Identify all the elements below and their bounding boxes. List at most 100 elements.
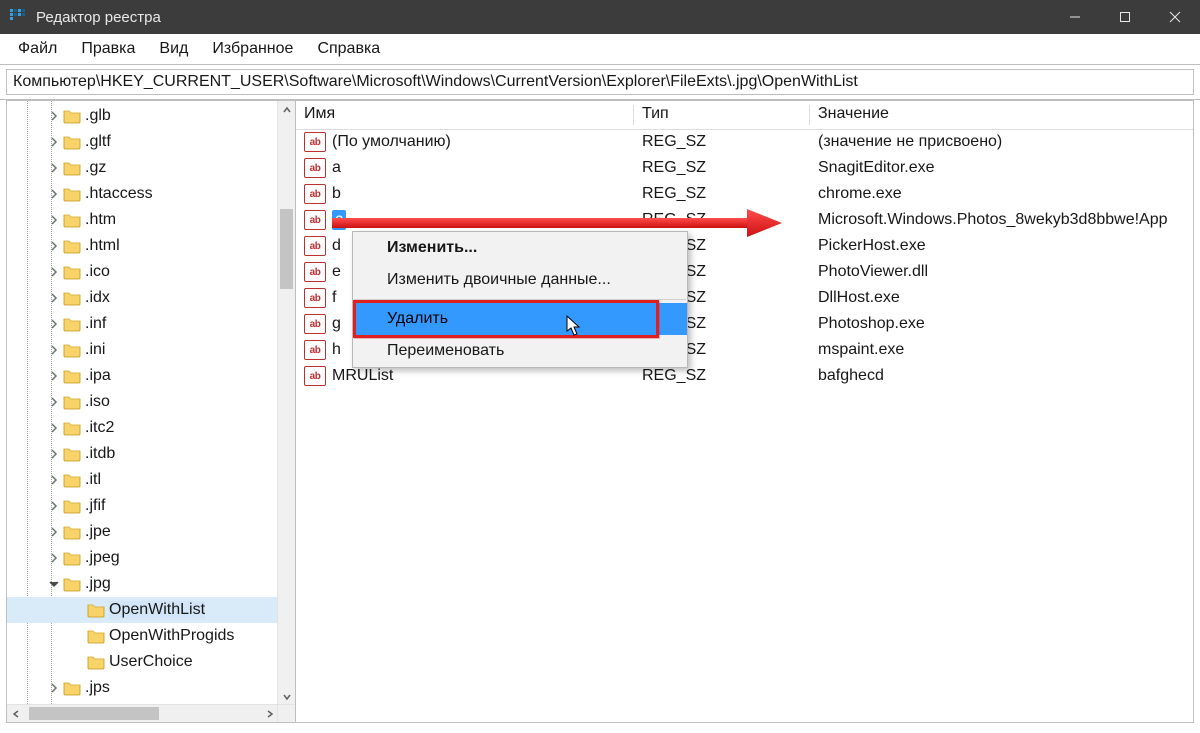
chevron-right-icon[interactable] <box>45 523 63 541</box>
tree-node[interactable]: OpenWithList <box>7 597 278 623</box>
tree-node[interactable]: .jps <box>7 675 278 701</box>
tree-node[interactable]: .itdb <box>7 441 278 467</box>
value-row[interactable]: abbREG_SZchrome.exe <box>296 181 1193 207</box>
value-data: Microsoft.Windows.Photos_8wekyb3d8bbwe!A… <box>810 211 1193 229</box>
tree-node-label: .itdb <box>85 445 115 463</box>
chevron-right-icon[interactable] <box>45 445 63 463</box>
chevron-right-icon[interactable] <box>45 471 63 489</box>
folder-icon <box>87 654 105 670</box>
column-type[interactable]: Тип <box>634 101 810 129</box>
tree-node[interactable]: .gltf <box>7 129 278 155</box>
value-row[interactable]: ab(По умолчанию)REG_SZ(значение не присв… <box>296 129 1193 155</box>
chevron-right-icon[interactable] <box>45 341 63 359</box>
tree-node-label: .ico <box>85 263 110 281</box>
chevron-right-icon[interactable] <box>45 107 63 125</box>
ctx-rename[interactable]: Переименовать <box>353 335 687 367</box>
string-value-icon: ab <box>304 158 326 178</box>
value-data: SnagitEditor.exe <box>810 159 1193 177</box>
registry-tree[interactable]: .glb.gltf.gz.htaccess.htm.html.ico.idx.i… <box>7 101 278 705</box>
tree-node[interactable]: .itc2 <box>7 415 278 441</box>
tree-node-label: .itc2 <box>85 419 114 437</box>
tree-node-label: .ipa <box>85 367 111 385</box>
tree-vertical-scrollbar[interactable] <box>277 101 295 705</box>
ctx-modify-binary[interactable]: Изменить двоичные данные... <box>353 264 687 296</box>
tree-node-label: .ini <box>85 341 105 359</box>
scroll-thumb-h[interactable] <box>29 707 159 720</box>
tree-node-label: OpenWithProgids <box>109 627 234 645</box>
chevron-right-icon[interactable] <box>45 289 63 307</box>
chevron-down-icon[interactable] <box>45 575 63 593</box>
tree-node[interactable]: .inf <box>7 311 278 337</box>
minimize-button[interactable] <box>1050 0 1100 34</box>
value-data: PhotoViewer.dll <box>810 263 1193 281</box>
values-list[interactable]: ab(По умолчанию)REG_SZ(значение не присв… <box>296 129 1193 722</box>
value-name: b <box>332 184 341 204</box>
chevron-right-icon[interactable] <box>45 679 63 697</box>
chevron-right-icon <box>69 601 87 619</box>
scroll-right-icon[interactable] <box>261 705 278 722</box>
tree-node[interactable]: .jfif <box>7 493 278 519</box>
chevron-right-icon[interactable] <box>45 497 63 515</box>
value-type: REG_SZ <box>634 211 810 229</box>
tree-node[interactable]: .gz <box>7 155 278 181</box>
chevron-right-icon[interactable] <box>45 419 63 437</box>
menu-file[interactable]: Файл <box>6 36 69 62</box>
tree-node[interactable]: .htm <box>7 207 278 233</box>
scroll-down-icon[interactable] <box>278 688 295 705</box>
tree-node[interactable]: .itl <box>7 467 278 493</box>
column-value[interactable]: Значение <box>810 101 1193 129</box>
menu-favorites[interactable]: Избранное <box>200 36 305 62</box>
folder-icon <box>63 368 81 384</box>
folder-icon <box>63 160 81 176</box>
chevron-right-icon[interactable] <box>45 393 63 411</box>
tree-node[interactable]: .idx <box>7 285 278 311</box>
tree-node[interactable]: .glb <box>7 103 278 129</box>
tree-node[interactable]: .ico <box>7 259 278 285</box>
tree-node[interactable]: .iso <box>7 389 278 415</box>
value-row[interactable]: abcREG_SZMicrosoft.Windows.Photos_8wekyb… <box>296 207 1193 233</box>
folder-icon <box>63 264 81 280</box>
tree-node-label: .iso <box>85 393 110 411</box>
value-type: REG_SZ <box>634 185 810 203</box>
tree-node[interactable]: .jpg <box>7 571 278 597</box>
chevron-right-icon[interactable] <box>45 263 63 281</box>
folder-icon <box>63 342 81 358</box>
scroll-left-icon[interactable] <box>7 705 24 722</box>
folder-icon <box>63 498 81 514</box>
chevron-right-icon <box>69 627 87 645</box>
menu-help[interactable]: Справка <box>305 36 392 62</box>
value-name: d <box>332 236 341 256</box>
tree-node[interactable]: .jpeg <box>7 545 278 571</box>
folder-icon <box>63 134 81 150</box>
maximize-button[interactable] <box>1100 0 1150 34</box>
chevron-right-icon[interactable] <box>45 367 63 385</box>
tree-node[interactable]: UserChoice <box>7 649 278 675</box>
ctx-modify[interactable]: Изменить... <box>353 232 687 264</box>
tree-node[interactable]: .ini <box>7 337 278 363</box>
column-name[interactable]: Имя <box>296 101 634 129</box>
folder-icon <box>63 680 81 696</box>
tree-node[interactable]: .htaccess <box>7 181 278 207</box>
scroll-thumb[interactable] <box>280 209 293 289</box>
chevron-right-icon[interactable] <box>45 315 63 333</box>
tree-node[interactable]: .jpe <box>7 519 278 545</box>
chevron-right-icon[interactable] <box>45 549 63 567</box>
value-data: PickerHost.exe <box>810 237 1193 255</box>
tree-node[interactable]: .html <box>7 233 278 259</box>
value-row[interactable]: abaREG_SZSnagitEditor.exe <box>296 155 1193 181</box>
address-bar[interactable]: Компьютер\HKEY_CURRENT_USER\Software\Mic… <box>6 69 1194 95</box>
chevron-right-icon[interactable] <box>45 159 63 177</box>
menu-view[interactable]: Вид <box>147 36 200 62</box>
close-button[interactable] <box>1150 0 1200 34</box>
menu-edit[interactable]: Правка <box>69 36 147 62</box>
tree-node-label: .jfif <box>85 497 105 515</box>
scroll-up-icon[interactable] <box>278 101 295 118</box>
tree-node[interactable]: .ipa <box>7 363 278 389</box>
chevron-right-icon[interactable] <box>45 185 63 203</box>
chevron-right-icon[interactable] <box>45 133 63 151</box>
ctx-delete[interactable]: Удалить <box>353 303 687 335</box>
chevron-right-icon[interactable] <box>45 211 63 229</box>
tree-horizontal-scrollbar[interactable] <box>7 704 278 722</box>
tree-node[interactable]: OpenWithProgids <box>7 623 278 649</box>
chevron-right-icon[interactable] <box>45 237 63 255</box>
